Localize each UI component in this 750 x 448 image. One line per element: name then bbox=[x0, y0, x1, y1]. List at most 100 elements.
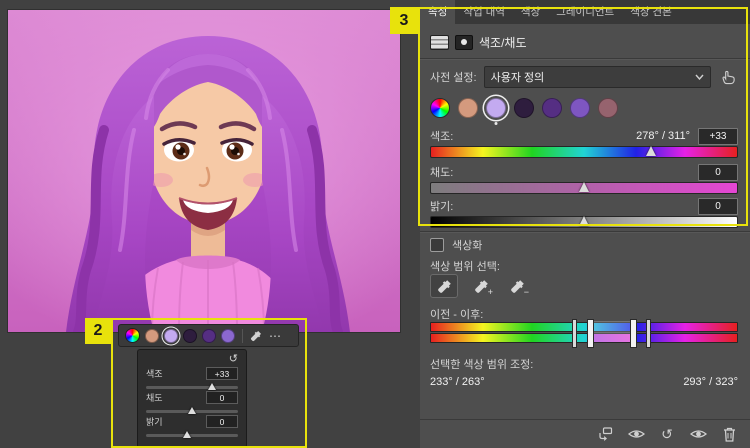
saturation-value-input[interactable]: 0 bbox=[698, 163, 738, 181]
mini-color-swatch[interactable] bbox=[145, 328, 159, 343]
document-canvas[interactable] bbox=[8, 10, 400, 337]
saturation-slider-thumb[interactable] bbox=[579, 182, 589, 192]
mini-saturation-label: 채도 bbox=[146, 393, 163, 403]
color-wheel-icon[interactable] bbox=[125, 328, 140, 343]
annotation-label-3: 3 bbox=[390, 7, 418, 34]
panel-tab-bar: 속성 작업 내역 색상 그레이디언트 색상 견본 bbox=[420, 0, 750, 24]
color-wheel-icon[interactable] bbox=[430, 98, 450, 118]
tab-history[interactable]: 작업 내역 bbox=[455, 0, 513, 24]
hue-range-readout: 278° / 311° bbox=[636, 130, 690, 142]
mini-adjustment-panel: ↺ 색조 +33 채도 0 밝기 0 bbox=[137, 349, 247, 448]
mini-lightness-label: 밝기 bbox=[146, 417, 163, 427]
eyedropper-icon[interactable] bbox=[430, 274, 458, 298]
properties-panel: 속성 작업 내역 색상 그레이디언트 색상 견본 색조/채도 사전 설정: 사용… bbox=[420, 0, 750, 448]
before-hue-bar bbox=[430, 322, 738, 332]
eyedropper-icon[interactable] bbox=[250, 330, 262, 342]
range-marker-inner-right[interactable] bbox=[630, 319, 638, 348]
hue-slider-thumb[interactable] bbox=[646, 146, 657, 156]
hue-slider[interactable] bbox=[430, 146, 738, 158]
mini-lightness-slider[interactable] bbox=[146, 431, 238, 438]
preset-value: 사용자 정의 bbox=[490, 72, 545, 84]
mini-saturation-slider[interactable] bbox=[146, 407, 238, 414]
lightness-label: 밝기: bbox=[430, 201, 454, 213]
color-swatch[interactable] bbox=[598, 98, 618, 118]
mini-lightness-value[interactable]: 0 bbox=[206, 415, 238, 428]
more-options-icon[interactable]: ⋯ bbox=[269, 329, 281, 343]
mini-saturation-thumb[interactable] bbox=[188, 407, 196, 414]
photoshop-app: 속성 작업 내역 색상 그레이디언트 색상 견본 색조/채도 사전 설정: 사용… bbox=[0, 0, 750, 448]
color-swatch[interactable] bbox=[542, 98, 562, 118]
divider bbox=[420, 231, 750, 233]
delete-adjustment-icon[interactable] bbox=[720, 425, 738, 443]
reset-adjustment-icon[interactable]: ↺ bbox=[658, 425, 676, 443]
color-swatch-selected[interactable] bbox=[486, 98, 506, 118]
range-marker-outer-left[interactable] bbox=[571, 319, 577, 348]
preset-row: 사전 설정: 사용자 정의 bbox=[430, 66, 738, 88]
mini-hue-row: 색조 +33 bbox=[146, 367, 238, 380]
tab-swatches[interactable]: 색상 견본 bbox=[622, 0, 680, 24]
after-hue-bar bbox=[430, 333, 738, 343]
mini-color-swatch[interactable] bbox=[183, 328, 197, 343]
hue-label: 색조: bbox=[430, 131, 454, 143]
adjustment-icon bbox=[430, 34, 449, 50]
saturation-label: 채도: bbox=[430, 167, 454, 179]
eyedropper-plus-icon[interactable]: + bbox=[468, 275, 494, 297]
preset-swatch-row bbox=[430, 96, 738, 120]
mini-hue-slider[interactable] bbox=[146, 383, 238, 390]
adjusted-range-values: 233° / 263° 293° / 323° bbox=[430, 376, 738, 388]
adjusted-range-label: 선택한 색상 범위 조정: bbox=[430, 359, 534, 371]
before-after-label: 이전 - 이후: bbox=[430, 309, 484, 321]
tab-gradient[interactable]: 그레이디언트 bbox=[548, 0, 622, 24]
mini-saturation-row: 채도 0 bbox=[146, 391, 238, 404]
eyedropper-toolbar: + − bbox=[430, 274, 738, 298]
previous-state-icon[interactable] bbox=[627, 425, 645, 443]
mini-color-swatch[interactable] bbox=[221, 328, 235, 343]
adjustment-header: 색조/채도 bbox=[430, 32, 738, 52]
mini-lightness-row: 밝기 0 bbox=[146, 415, 238, 428]
mini-hue-value[interactable]: +33 bbox=[206, 367, 238, 380]
color-swatch[interactable] bbox=[458, 98, 478, 118]
targeted-adjustment-icon[interactable] bbox=[718, 67, 738, 87]
panel-bottom-toolbar: ↺ bbox=[420, 419, 750, 448]
lightness-row: 밝기: 0 bbox=[430, 197, 738, 215]
portrait-image bbox=[8, 10, 400, 337]
mini-saturation-value[interactable]: 0 bbox=[206, 391, 238, 404]
lightness-value-input[interactable]: 0 bbox=[698, 197, 738, 215]
adjusted-range-left: 233° / 263° bbox=[430, 376, 485, 388]
eyedropper-minus-icon[interactable]: − bbox=[504, 275, 530, 297]
mini-color-swatch[interactable] bbox=[202, 328, 216, 343]
color-swatch[interactable] bbox=[514, 98, 534, 118]
range-marker-inner-left[interactable] bbox=[587, 319, 595, 348]
colorize-row: 색상화 bbox=[430, 238, 738, 252]
lightness-slider-thumb[interactable] bbox=[579, 216, 589, 226]
preset-label: 사전 설정: bbox=[430, 72, 477, 84]
adjustment-title: 색조/채도 bbox=[479, 35, 527, 50]
preset-dropdown[interactable]: 사용자 정의 bbox=[483, 66, 711, 88]
saturation-row: 채도: 0 bbox=[430, 163, 738, 181]
hue-value-input[interactable]: +33 bbox=[698, 127, 738, 145]
layer-visibility-icon[interactable] bbox=[689, 425, 707, 443]
mini-color-swatch-selected[interactable] bbox=[164, 328, 178, 343]
range-marker-outer-right[interactable] bbox=[645, 319, 651, 348]
mini-hue-label: 색조 bbox=[146, 369, 163, 379]
mini-hue-thumb[interactable] bbox=[208, 383, 217, 390]
colorize-label: 색상화 bbox=[452, 240, 483, 252]
saturation-slider[interactable] bbox=[430, 182, 738, 194]
reset-icon[interactable]: ↺ bbox=[146, 353, 238, 365]
clip-to-layer-icon[interactable] bbox=[596, 425, 614, 443]
tab-properties[interactable]: 속성 bbox=[420, 0, 456, 24]
chevron-down-icon bbox=[695, 74, 704, 80]
hue-row: 색조: 278° / 311° +33 bbox=[430, 127, 738, 145]
color-swatch[interactable] bbox=[570, 98, 590, 118]
colorize-checkbox[interactable] bbox=[430, 238, 444, 252]
color-range-label: 색상 범위 선택: bbox=[430, 261, 500, 273]
tab-color[interactable]: 색상 bbox=[513, 0, 548, 24]
mini-swatch-bar: ⋯ bbox=[118, 324, 299, 347]
mask-icon bbox=[455, 34, 473, 50]
mini-lightness-thumb[interactable] bbox=[183, 431, 192, 438]
adjusted-range-right: 293° / 323° bbox=[683, 376, 738, 388]
hue-range-bars bbox=[430, 319, 738, 348]
lightness-slider[interactable] bbox=[430, 216, 738, 228]
divider bbox=[420, 58, 750, 60]
annotation-label-2: 2 bbox=[85, 318, 111, 344]
